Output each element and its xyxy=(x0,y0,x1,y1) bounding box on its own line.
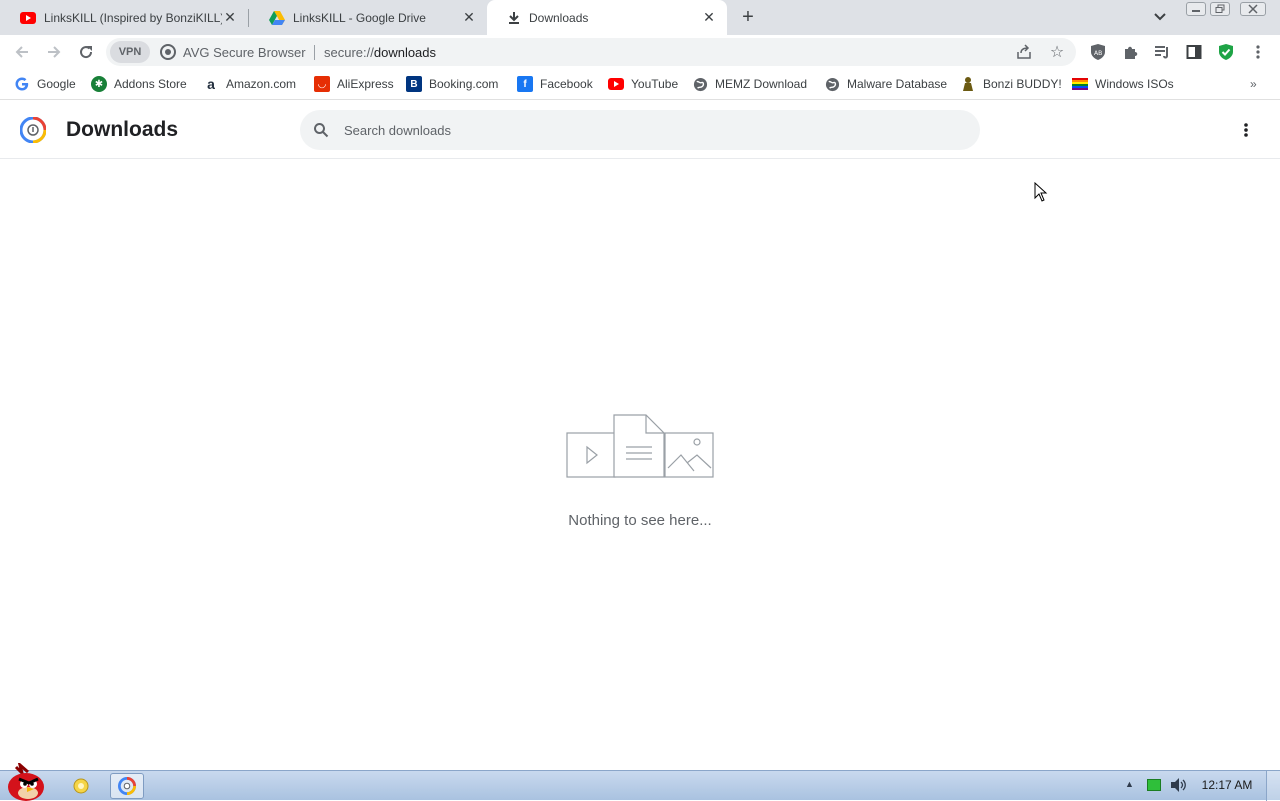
bookmark-label: Google xyxy=(37,77,76,91)
toolbar: VPN AVG Secure Browser secure://download… xyxy=(0,35,1280,69)
bookmark-label: Malware Database xyxy=(847,77,948,91)
tab-strip: LinksKILL (Inspired by BonziKILL) ✕ Link… xyxy=(0,0,1280,35)
bookmark-label: MEMZ Download xyxy=(715,77,808,91)
file-explorer-taskbar-icon[interactable] xyxy=(64,773,98,799)
taskbar: ▲ 12:17 AM xyxy=(0,763,1280,801)
bookmark-addons-store[interactable]: ✱ Addons Store xyxy=(91,76,187,92)
bookmark-label: Booking.com xyxy=(429,77,499,91)
bookmark-malware-database[interactable]: Malware Database xyxy=(824,76,947,92)
bonzi-icon xyxy=(960,76,976,92)
vpn-label: VPN xyxy=(118,46,142,58)
bookmark-label: Windows ISOs xyxy=(1095,77,1174,91)
facebook-icon: f xyxy=(517,76,533,92)
svg-text:AB: AB xyxy=(1094,50,1102,57)
empty-downloads-illustration xyxy=(566,414,714,478)
more-options-icon[interactable] xyxy=(1236,120,1256,140)
minimize-button[interactable] xyxy=(1186,2,1206,16)
globe-icon xyxy=(692,76,708,92)
bookmarks-overflow-icon[interactable]: » xyxy=(1250,77,1257,91)
restore-button[interactable] xyxy=(1210,2,1230,16)
reload-icon[interactable] xyxy=(76,42,96,62)
search-input[interactable] xyxy=(344,118,944,142)
new-tab-icon[interactable]: + xyxy=(738,7,758,27)
bookmark-star-icon[interactable]: ☆ xyxy=(1048,43,1066,61)
booking-icon: B xyxy=(406,76,422,92)
bookmark-label: Bonzi BUDDY! xyxy=(983,77,1062,91)
address-bar[interactable]: VPN AVG Secure Browser secure://download… xyxy=(106,38,1076,66)
volume-icon[interactable] xyxy=(1170,777,1188,793)
vpn-button[interactable]: VPN xyxy=(110,41,150,63)
bookmarks-bar: Google ✱ Addons Store a Amazon.com ◡ Ali… xyxy=(0,69,1280,100)
bookmark-memz-download[interactable]: MEMZ Download xyxy=(692,76,807,92)
youtube-icon xyxy=(608,76,624,92)
downloads-header: Downloads xyxy=(0,101,1280,159)
youtube-icon xyxy=(20,11,36,24)
side-panel-icon[interactable] xyxy=(1184,42,1204,62)
bookmark-windows-isos[interactable]: Windows ISOs xyxy=(1072,76,1174,92)
download-icon xyxy=(507,11,521,25)
extensions-puzzle-icon[interactable] xyxy=(1120,42,1140,62)
avg-shield-icon[interactable] xyxy=(160,44,176,60)
back-icon[interactable] xyxy=(12,42,32,62)
url-text[interactable]: secure://downloads xyxy=(324,45,436,60)
addons-store-icon: ✱ xyxy=(91,76,107,92)
close-tab-icon[interactable]: ✕ xyxy=(222,9,238,26)
rainbow-flag-icon xyxy=(1072,76,1088,92)
bookmark-booking[interactable]: B Booking.com xyxy=(406,76,498,92)
avg-security-shield-icon[interactable] xyxy=(1216,42,1236,62)
taskbar-clock[interactable]: 12:17 AM xyxy=(1196,778,1258,792)
google-drive-icon xyxy=(269,10,285,25)
tab-title: Downloads xyxy=(529,10,589,25)
search-box[interactable] xyxy=(300,110,980,150)
tab-linkskill-youtube[interactable]: LinksKILL (Inspired by BonziKILL) ✕ xyxy=(0,0,248,35)
bookmark-aliexpress[interactable]: ◡ AliExpress xyxy=(314,76,394,92)
globe-icon xyxy=(824,76,840,92)
search-icon xyxy=(313,122,329,138)
tray-overflow-icon[interactable]: ▲ xyxy=(1125,779,1134,789)
amazon-icon: a xyxy=(207,76,215,92)
omnibox-divider xyxy=(314,45,315,60)
bookmark-label: Facebook xyxy=(540,77,593,91)
site-label: AVG Secure Browser xyxy=(183,45,306,60)
share-icon[interactable] xyxy=(1016,44,1032,60)
bookmark-google[interactable]: Google xyxy=(14,76,76,92)
bookmark-facebook[interactable]: f Facebook xyxy=(517,76,593,92)
bookmark-label: Addons Store xyxy=(114,77,187,91)
adblock-shield-icon[interactable]: AB xyxy=(1088,42,1108,62)
avg-browser-taskbar-icon[interactable] xyxy=(110,773,144,799)
mouse-cursor-icon xyxy=(1034,182,1048,202)
network-icon[interactable] xyxy=(1147,779,1161,791)
reading-list-icon[interactable] xyxy=(1152,42,1172,62)
aliexpress-icon: ◡ xyxy=(314,76,330,92)
bookmark-youtube[interactable]: YouTube xyxy=(608,76,678,92)
bookmark-amazon[interactable]: a Amazon.com xyxy=(203,76,296,92)
bookmark-label: YouTube xyxy=(631,77,679,91)
bookmark-bonzi-buddy[interactable]: Bonzi BUDDY! xyxy=(960,76,1062,92)
show-desktop-button[interactable] xyxy=(1266,771,1280,801)
url-path: downloads xyxy=(373,45,437,60)
browser-menu-icon[interactable] xyxy=(1248,42,1268,62)
close-window-button[interactable] xyxy=(1240,2,1266,16)
angry-bird-start-icon[interactable] xyxy=(4,763,48,801)
close-tab-icon[interactable]: ✕ xyxy=(701,9,717,26)
chevron-down-icon[interactable] xyxy=(1152,9,1168,25)
google-icon xyxy=(14,76,30,92)
bookmark-label: AliExpress xyxy=(337,77,394,91)
bookmark-label: Amazon.com xyxy=(226,77,297,91)
page-title: Downloads xyxy=(66,118,179,141)
tab-downloads[interactable]: Downloads ✕ xyxy=(487,0,727,35)
tab-title: LinksKILL (Inspired by BonziKILL) xyxy=(44,10,222,25)
tab-title: LinksKILL - Google Drive xyxy=(293,10,426,25)
url-scheme: secure:// xyxy=(324,45,374,60)
tab-linkskill-drive[interactable]: LinksKILL - Google Drive ✕ xyxy=(249,0,487,35)
avg-browser-logo-icon xyxy=(20,117,46,143)
empty-state-message: Nothing to see here... xyxy=(568,512,712,529)
forward-icon[interactable] xyxy=(44,42,64,62)
close-tab-icon[interactable]: ✕ xyxy=(461,9,477,26)
